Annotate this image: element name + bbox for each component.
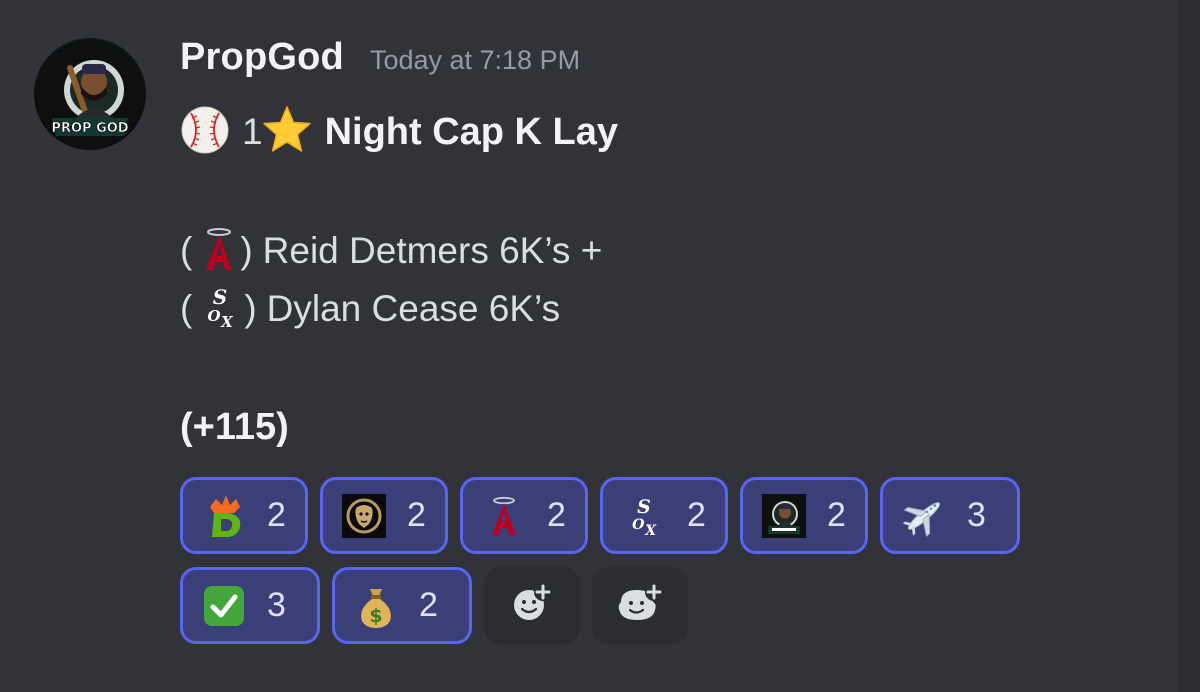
- svg-text:S: S: [213, 285, 227, 309]
- reaction-check-mark[interactable]: 3: [180, 567, 320, 644]
- reaction-count: 3: [967, 496, 986, 534]
- message-title: 1 Night Cap K Lay: [180, 104, 618, 160]
- svg-text:PROP GOD: PROP GOD: [51, 121, 128, 136]
- reaction-count: 2: [267, 496, 286, 534]
- pick-text: Reid Detmers 6K’s +: [262, 230, 603, 271]
- check-mark-emoji-icon: [201, 583, 247, 629]
- message: PROP GOD PropGod Today at 7:18 PM 1 Nigh…: [0, 0, 1178, 692]
- reaction-count: 3: [267, 586, 286, 624]
- scrollbar[interactable]: [1178, 0, 1200, 692]
- odds-text: (+115): [180, 405, 289, 448]
- reaction-count: 2: [687, 496, 706, 534]
- betmgm-lion-logo-icon: [341, 493, 387, 539]
- reaction-count: 2: [407, 496, 426, 534]
- reaction-count: 2: [547, 496, 566, 534]
- reaction-betmgm[interactable]: 2: [320, 477, 448, 554]
- timestamp[interactable]: Today at 7:18 PM: [370, 45, 580, 76]
- avatar[interactable]: PROP GOD: [34, 38, 146, 150]
- prop-god-avatar-icon: PROP GOD: [36, 40, 144, 148]
- reaction-airplane[interactable]: 3: [880, 477, 1020, 554]
- username[interactable]: PropGod: [180, 36, 344, 79]
- baseball-icon: [180, 105, 230, 160]
- money-bag-emoji-icon: $: [353, 583, 399, 629]
- white-sox-logo-icon: S O X: [202, 284, 238, 335]
- pick-text: Dylan Cease 6K’s: [266, 288, 561, 329]
- title-prefix: 1: [242, 111, 263, 152]
- title-text: Night Cap K Lay: [324, 110, 619, 153]
- svg-text:O: O: [208, 307, 221, 325]
- star-icon: [261, 104, 313, 161]
- reactions-row-2: 3 $ 2: [180, 567, 688, 644]
- reactions-row-1: 2 2 2 S O X 2 2 3: [180, 477, 1020, 554]
- prop-god-avatar-icon: [761, 493, 807, 539]
- white-sox-logo-icon: S O X: [621, 493, 667, 539]
- reaction-count: 2: [419, 586, 438, 624]
- open-paren: (: [180, 288, 193, 329]
- add-super-reaction-icon: [615, 580, 665, 631]
- angels-logo-icon: [481, 493, 527, 539]
- pick-line-1: ( ) Reid Detmers 6K’s +: [180, 226, 602, 276]
- draftkings-logo-icon: [201, 493, 247, 539]
- angels-logo-icon: [204, 227, 234, 276]
- svg-text:$: $: [369, 605, 382, 627]
- open-paren: (: [180, 230, 193, 271]
- reaction-count: 2: [827, 496, 846, 534]
- reaction-prop-god[interactable]: 2: [740, 477, 868, 554]
- airplane-emoji-icon: [901, 493, 947, 539]
- odds-line: (+115): [180, 402, 289, 452]
- svg-text:S: S: [637, 496, 651, 518]
- reaction-draftkings[interactable]: 2: [180, 477, 308, 554]
- svg-text:X: X: [221, 313, 235, 330]
- reaction-white-sox[interactable]: S O X 2: [600, 477, 728, 554]
- message-header: PropGod Today at 7:18 PM: [180, 36, 580, 84]
- pick-line-2: ( S O X ) Dylan Cease 6K’s: [180, 284, 560, 334]
- add-super-reaction-button[interactable]: [592, 567, 688, 644]
- reaction-money-bag[interactable]: $ 2: [332, 567, 472, 644]
- reaction-angels[interactable]: 2: [460, 477, 588, 554]
- svg-text:X: X: [644, 522, 657, 537]
- add-reaction-icon: [509, 580, 555, 631]
- add-reaction-button[interactable]: [484, 567, 580, 644]
- close-paren: ): [244, 288, 257, 329]
- svg-text:O: O: [632, 517, 645, 533]
- close-paren: ): [240, 230, 253, 271]
